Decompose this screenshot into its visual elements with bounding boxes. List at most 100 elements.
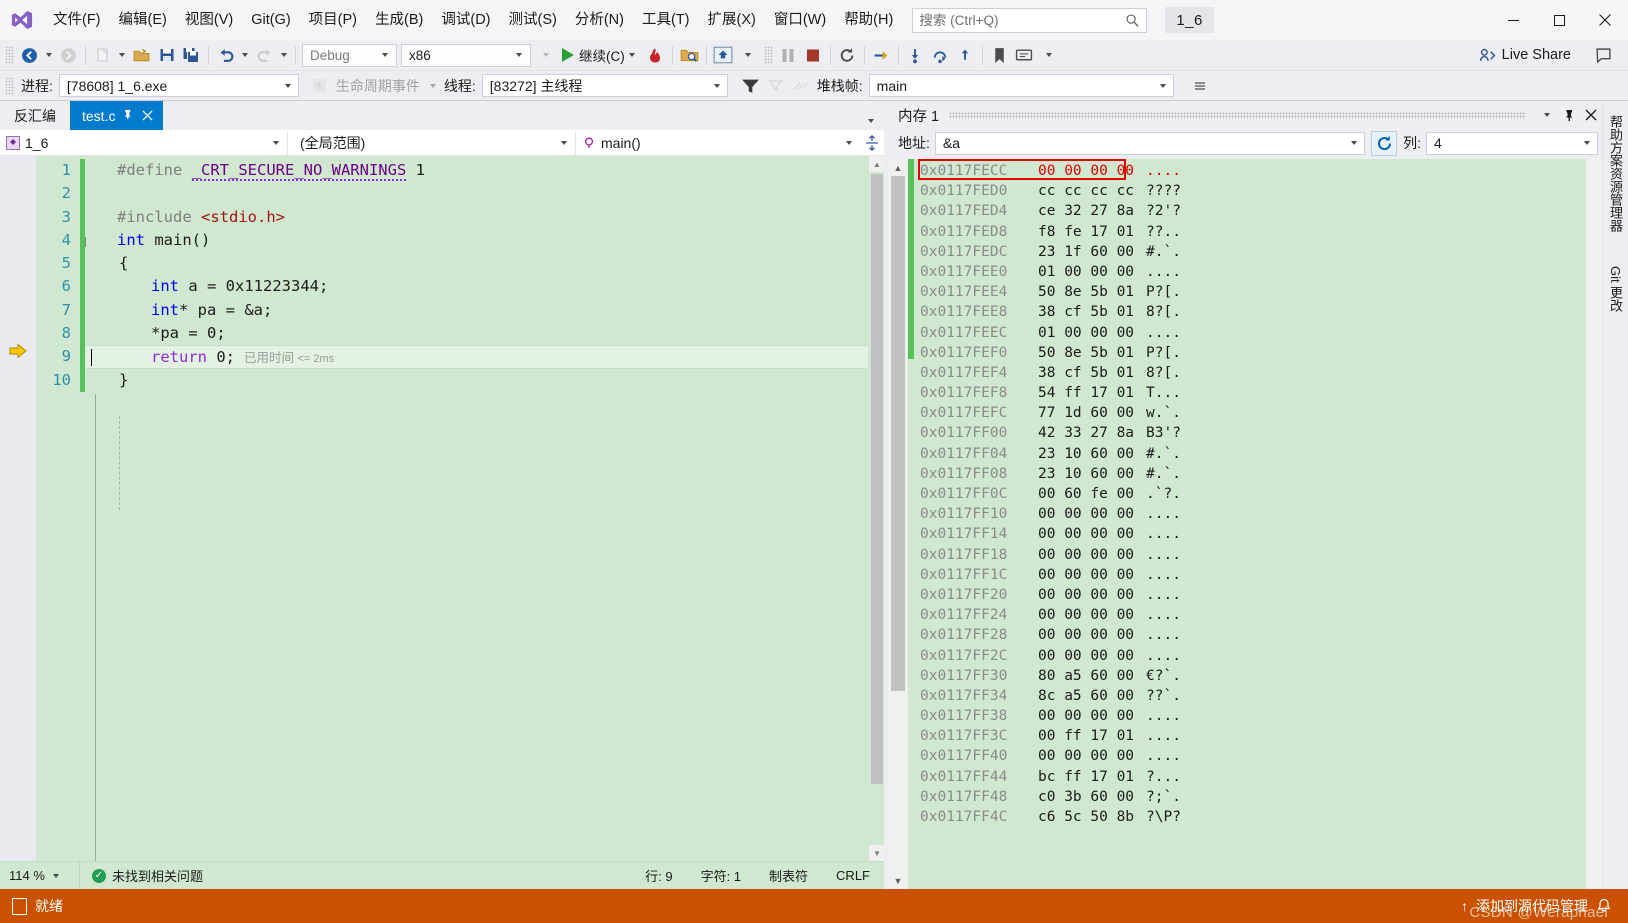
menu-project[interactable]: 项目(P) <box>300 0 366 40</box>
memory-row-list[interactable]: 0x0117FECC 00 00 00 00.... 0x0117FED0 cc cc… <box>914 159 1586 889</box>
memory-row[interactable]: 0x0117FF4C c6 5c 50 8b ?\P? <box>914 807 1586 827</box>
toolbar-grip[interactable] <box>5 46 14 64</box>
menu-debug[interactable]: 调试(D) <box>432 0 499 40</box>
memory-window-pin-button[interactable] <box>1558 102 1580 128</box>
solution-configuration-combo[interactable]: Debug <box>302 43 397 67</box>
memory-scroll-up-icon[interactable]: ▲ <box>888 159 908 176</box>
step-over-button[interactable] <box>928 43 953 68</box>
memory-row[interactable]: 0x0117FED8 f8 fe 17 01??.. <box>914 222 1586 242</box>
continue-chevron-down-icon[interactable] <box>628 53 635 57</box>
editor-vertical-scrollbar[interactable]: ▲ ▼ <box>868 156 884 861</box>
tab-test-c[interactable]: test.c <box>70 101 164 130</box>
memory-row-hex[interactable]: bc ff 17 01 <box>1038 767 1146 787</box>
memory-row[interactable]: 0x0117FF40 00 00 00 00.... <box>914 746 1586 766</box>
memory-columns-chevron-down-icon[interactable] <box>1584 141 1590 145</box>
restart-button[interactable] <box>835 43 860 68</box>
redo-dropdown-icon[interactable] <box>281 53 287 57</box>
memory-row-hex[interactable]: 54 ff 17 01 <box>1038 383 1146 403</box>
new-file-button[interactable] <box>90 43 115 68</box>
menu-view[interactable]: 视图(V) <box>176 0 242 40</box>
memory-row-hex[interactable]: 00 00 00 00 <box>1038 625 1146 645</box>
break-all-button[interactable] <box>776 43 801 68</box>
filter-threads-icon[interactable] <box>738 73 763 98</box>
code-editor[interactable]: 1 2 3 4 5 6 7 8 9 10 #define _CRT_SECURE… <box>0 156 884 861</box>
memory-row[interactable]: 0x0117FF14 00 00 00 00.... <box>914 524 1586 544</box>
flatten-frames-icon[interactable] <box>788 73 813 98</box>
new-dropdown-icon[interactable] <box>119 53 125 57</box>
memory-row[interactable]: 0x0117FF04 23 10 60 00 #.`. <box>914 444 1586 464</box>
memory-row-hex[interactable]: 00 ff 17 01 <box>1038 726 1146 746</box>
memory-columns-combo[interactable]: 4 <box>1426 131 1598 155</box>
process-combo[interactable]: [78608] 1_6.exe <box>58 74 299 97</box>
process-chevron-down-icon[interactable] <box>284 83 291 88</box>
menu-help[interactable]: 帮助(H) <box>835 0 902 40</box>
editor-scroll-thumb[interactable] <box>871 174 883 784</box>
memory-row-hex[interactable]: 80 a5 60 00 <box>1038 666 1146 686</box>
step-home-button[interactable] <box>711 43 736 68</box>
memory-row[interactable]: 0x0117FF3C 00 ff 17 01.... <box>914 726 1586 746</box>
platform-chevron-down-icon[interactable] <box>516 53 522 57</box>
memory-row[interactable]: 0x0117FEF4 38 cf 5b 01 8?[. <box>914 363 1586 383</box>
menu-test[interactable]: 测试(S) <box>500 0 566 40</box>
close-icon[interactable] <box>140 108 155 124</box>
zoom-chevron-down-icon[interactable] <box>52 873 59 878</box>
memory-row-hex[interactable]: 23 1f 60 00 <box>1038 242 1146 262</box>
memory-row[interactable]: 0x0117FF0C 00 60 fe 00 .`?. <box>914 484 1586 504</box>
memory-left-scrollbar[interactable]: ▲ ▼ <box>888 159 908 889</box>
memory-row[interactable]: 0x0117FEE8 38 cf 5b 01 8?[. <box>914 302 1586 322</box>
memory-row[interactable]: 0x0117FEE0 01 00 00 00.... <box>914 262 1586 282</box>
minimize-button[interactable] <box>1490 0 1536 40</box>
show-next-statement-button[interactable] <box>869 43 894 68</box>
memory-row-hex[interactable]: 42 33 27 8a <box>1038 423 1146 443</box>
continue-button[interactable]: 继续(C) <box>558 43 643 68</box>
memory-row[interactable]: 0x0117FF2C 00 00 00 00.... <box>914 646 1586 666</box>
memory-right-scrollbar[interactable] <box>1586 159 1602 889</box>
memory-row-hex[interactable]: 50 8e 5b 01 <box>1038 282 1146 302</box>
open-file-button[interactable] <box>129 43 154 68</box>
memory-row[interactable]: 0x0117FF08 23 10 60 00 #.`. <box>914 464 1586 484</box>
menu-edit[interactable]: 编辑(E) <box>110 0 176 40</box>
memory-row[interactable]: 0x0117FF00 42 33 27 8a B3'? <box>914 423 1586 443</box>
memory-row-hex[interactable]: 00 00 00 00 <box>1038 524 1146 544</box>
save-all-button[interactable] <box>179 43 204 68</box>
menu-analyze[interactable]: 分析(N) <box>566 0 633 40</box>
scroll-up-icon[interactable]: ▲ <box>869 156 884 172</box>
step-into-button[interactable] <box>903 43 928 68</box>
live-share-button[interactable]: Live Share <box>1471 47 1579 64</box>
scroll-down-icon[interactable]: ▼ <box>869 845 884 861</box>
step-out-button[interactable] <box>953 43 978 68</box>
memory-row[interactable]: 0x0117FF10 00 00 00 00.... <box>914 504 1586 524</box>
memory-row-hex[interactable]: 8c a5 60 00 <box>1038 686 1146 706</box>
memory-row[interactable]: 0x0117FF44 bc ff 17 01?... <box>914 767 1586 787</box>
navigate-forward-button[interactable] <box>56 43 81 68</box>
memory-row-hex[interactable]: c0 3b 60 00 <box>1038 787 1146 807</box>
split-editor-button[interactable] <box>860 134 884 151</box>
memory-row-hex[interactable]: cc cc cc cc <box>1038 181 1146 201</box>
memory-refresh-button[interactable] <box>1371 130 1398 156</box>
menu-extensions[interactable]: 扩展(X) <box>699 0 765 40</box>
memory-row[interactable]: 0x0117FECC 00 00 00 00.... <box>914 161 1586 181</box>
search-box[interactable] <box>912 7 1148 33</box>
memory-row-hex[interactable]: 38 cf 5b 01 <box>1038 302 1146 322</box>
memory-row[interactable]: 0x0117FF20 00 00 00 00.... <box>914 585 1586 605</box>
save-button[interactable] <box>154 43 179 68</box>
lifecycle-chevron-down-icon[interactable] <box>429 83 436 88</box>
zoom-level-combo[interactable]: 114 % <box>0 861 80 890</box>
memory-window-close-button[interactable] <box>1580 102 1602 128</box>
memory-row[interactable]: 0x0117FF30 80 a5 60 00 €?`. <box>914 666 1586 686</box>
nav-scope-combo[interactable]: (全局范围) <box>288 130 576 155</box>
memory-header-drag-area[interactable] <box>949 111 1526 119</box>
memory-window-dropdown-button[interactable] <box>1536 102 1558 128</box>
solution-platform-combo[interactable]: x86 <box>401 43 531 67</box>
memory-row[interactable]: 0x0117FEF8 54 ff 17 01 T... <box>914 383 1586 403</box>
memory-row[interactable]: 0x0117FEEC 01 00 00 00.... <box>914 323 1586 343</box>
tab-disassembly[interactable]: 反汇编 <box>0 101 70 130</box>
memory-row[interactable]: 0x0117FF1C 00 00 00 00.... <box>914 565 1586 585</box>
bookmark-button[interactable] <box>987 43 1012 68</box>
config-chevron-down-icon[interactable] <box>382 53 388 57</box>
memory-row[interactable]: 0x0117FED4 ce 32 27 8a ?2'? <box>914 201 1586 221</box>
add-to-source-control-button[interactable]: 添加到源代码管理 <box>1476 896 1588 916</box>
debug-toolbar-overflow-button[interactable] <box>1188 73 1213 98</box>
memory-row[interactable]: 0x0117FF48 c0 3b 60 00 ?;`. <box>914 787 1586 807</box>
tab-overflow[interactable] <box>864 119 878 123</box>
